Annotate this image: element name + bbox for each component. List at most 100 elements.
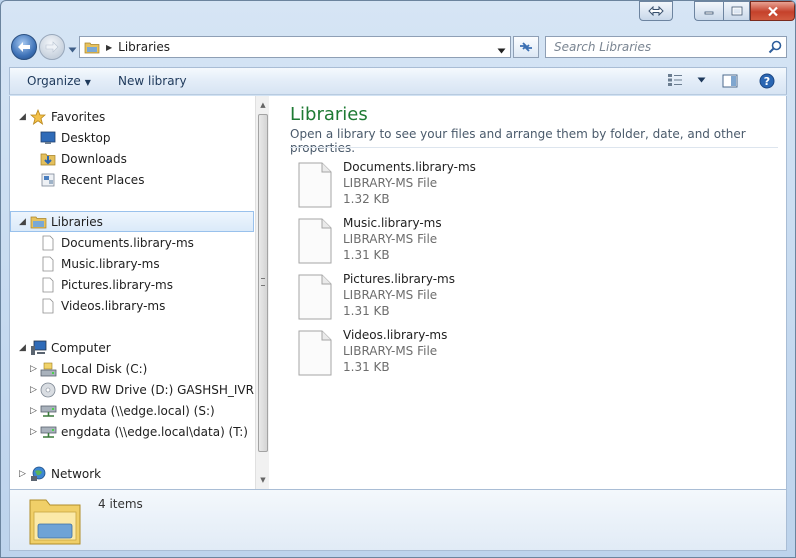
caption-buttons xyxy=(694,1,795,23)
address-bar[interactable]: ▶ Libraries xyxy=(79,36,511,58)
change-view-button[interactable] xyxy=(667,73,706,87)
scroll-up-arrow-icon[interactable]: ▲ xyxy=(258,100,268,110)
file-icon xyxy=(39,298,57,314)
expand-arrow-icon[interactable]: ▷ xyxy=(30,406,37,416)
forward-button[interactable] xyxy=(39,34,65,60)
file-icon xyxy=(298,162,332,208)
file-item-pictures-library[interactable]: Pictures.library-ms LIBRARY-MS File 1.31… xyxy=(298,272,598,324)
expand-arrow-icon[interactable]: ▷ xyxy=(30,385,37,395)
page-description: Open a library to see your files and arr… xyxy=(290,127,746,155)
scrollbar-grip xyxy=(261,278,265,286)
help-icon: ? xyxy=(759,73,775,89)
tree-label-mydata-drive: mydata (\\edge.local) (S:) xyxy=(61,404,215,418)
file-type: LIBRARY-MS File xyxy=(343,232,438,246)
close-button[interactable] xyxy=(750,1,795,21)
svg-text:?: ? xyxy=(764,75,770,88)
tree-label-videos-library: Videos.library-ms xyxy=(61,299,166,313)
tree-item-engdata-drive[interactable]: ▷ engdata (\\edge.local\data) (T:) xyxy=(10,422,254,442)
back-button[interactable] xyxy=(11,34,37,60)
file-icon xyxy=(39,235,57,251)
search-box[interactable]: Search Libraries xyxy=(545,36,787,58)
preview-pane-button[interactable] xyxy=(722,74,738,91)
tree-item-computer[interactable]: ◢ Computer xyxy=(10,338,254,358)
tree-label-dvd-drive: DVD RW Drive (D:) GASHSH_IVRI_ZO xyxy=(61,383,255,397)
tree-label-local-disk: Local Disk (C:) xyxy=(61,362,148,376)
expand-arrow-icon[interactable]: ▷ xyxy=(30,427,37,437)
organize-button[interactable]: Organize ▼ xyxy=(27,74,91,88)
file-item-music-library[interactable]: Music.library-ms LIBRARY-MS File 1.31 KB xyxy=(298,216,598,268)
address-row: ▶ Libraries Search Libraries xyxy=(9,31,787,63)
expand-arrow-icon[interactable]: ◢ xyxy=(19,217,26,227)
file-name: Videos.library-ms xyxy=(343,328,448,342)
expand-arrow-icon[interactable]: ◢ xyxy=(19,112,26,122)
chevron-down-icon xyxy=(68,47,77,53)
details-pane: 4 items xyxy=(9,489,787,551)
file-size: 1.31 KB xyxy=(343,360,390,374)
computer-icon xyxy=(29,340,47,356)
tree-item-music-library[interactable]: Music.library-ms xyxy=(10,254,254,274)
help-button[interactable]: ? xyxy=(759,73,775,92)
recent-places-icon xyxy=(39,172,57,188)
breadcrumb-libraries[interactable]: Libraries xyxy=(118,40,170,54)
tree-item-documents-library[interactable]: Documents.library-ms xyxy=(10,233,254,253)
snap-button[interactable] xyxy=(639,1,673,21)
expand-arrow-icon[interactable]: ▷ xyxy=(30,364,37,374)
expand-arrow-icon[interactable]: ◢ xyxy=(19,343,26,353)
network-drive-icon xyxy=(39,403,57,419)
libraries-folder-icon xyxy=(84,42,100,53)
tree-label-documents-library: Documents.library-ms xyxy=(61,236,194,250)
downloads-icon xyxy=(39,151,57,167)
maximize-button[interactable] xyxy=(723,1,750,21)
file-name: Music.library-ms xyxy=(343,216,442,230)
breadcrumb-separator[interactable]: ▶ xyxy=(106,43,112,52)
tree-item-favorites[interactable]: ◢ Favorites xyxy=(10,107,254,127)
file-type: LIBRARY-MS File xyxy=(343,176,438,190)
search-placeholder[interactable]: Search Libraries xyxy=(554,40,651,54)
tree-item-local-disk[interactable]: ▷ Local Disk (C:) xyxy=(10,359,254,379)
tree-item-recent-places[interactable]: Recent Places xyxy=(10,170,254,190)
maximize-icon xyxy=(731,6,742,16)
dvd-drive-icon xyxy=(39,382,57,398)
file-icon xyxy=(298,274,332,320)
file-icon xyxy=(298,218,332,264)
tree-item-network[interactable]: ▷ Network xyxy=(10,464,254,484)
minimize-button[interactable] xyxy=(694,1,723,21)
scroll-down-arrow-icon[interactable]: ▼ xyxy=(258,475,268,485)
page-title: Libraries xyxy=(290,104,368,125)
minimize-icon xyxy=(704,11,714,15)
forward-arrow-icon xyxy=(45,41,59,53)
file-type: LIBRARY-MS File xyxy=(343,288,438,302)
tree-item-libraries[interactable]: ◢ Libraries xyxy=(10,211,254,232)
file-name: Pictures.library-ms xyxy=(343,272,456,286)
tree-item-desktop[interactable]: Desktop xyxy=(10,128,254,148)
libraries-folder-icon xyxy=(29,214,47,230)
item-count: 4 items xyxy=(98,497,143,511)
navigation-pane-scrollbar[interactable]: ▲ ▼ xyxy=(255,96,269,489)
local-disk-icon xyxy=(39,361,57,377)
navigation-pane[interactable]: ◢ Favorites Desktop Downloads Recent Pla… xyxy=(10,96,255,489)
tree-item-downloads[interactable]: Downloads xyxy=(10,149,254,169)
address-history-button[interactable] xyxy=(497,43,506,57)
file-icon xyxy=(39,277,57,293)
expand-arrow-icon[interactable]: ▷ xyxy=(19,469,26,479)
chevron-down-icon[interactable] xyxy=(697,77,706,83)
back-arrow-icon xyxy=(18,42,30,52)
refresh-button[interactable] xyxy=(513,36,539,58)
favorites-star-icon xyxy=(29,109,47,125)
new-library-label: New library xyxy=(118,74,187,88)
tree-label-favorites: Favorites xyxy=(51,110,106,124)
tree-item-videos-library[interactable]: Videos.library-ms xyxy=(10,296,254,316)
scrollbar-thumb[interactable] xyxy=(258,114,268,452)
recent-pages-button[interactable] xyxy=(68,42,77,56)
file-item-videos-library[interactable]: Videos.library-ms LIBRARY-MS File 1.31 K… xyxy=(298,328,598,380)
file-size: 1.31 KB xyxy=(343,248,390,262)
file-item-documents-library[interactable]: Documents.library-ms LIBRARY-MS File 1.3… xyxy=(298,160,598,212)
tree-item-dvd-drive[interactable]: ▷ DVD RW Drive (D:) GASHSH_IVRI_ZO xyxy=(10,380,255,400)
tree-item-pictures-library[interactable]: Pictures.library-ms xyxy=(10,275,254,295)
file-list-pane[interactable]: Libraries Open a library to see your fil… xyxy=(270,96,786,489)
file-icon xyxy=(39,256,57,272)
search-icon[interactable] xyxy=(768,40,782,54)
new-library-button[interactable]: New library xyxy=(118,74,187,88)
tree-item-mydata-drive[interactable]: ▷ mydata (\\edge.local) (S:) xyxy=(10,401,254,421)
command-bar: Organize ▼ New library ? xyxy=(9,67,787,95)
